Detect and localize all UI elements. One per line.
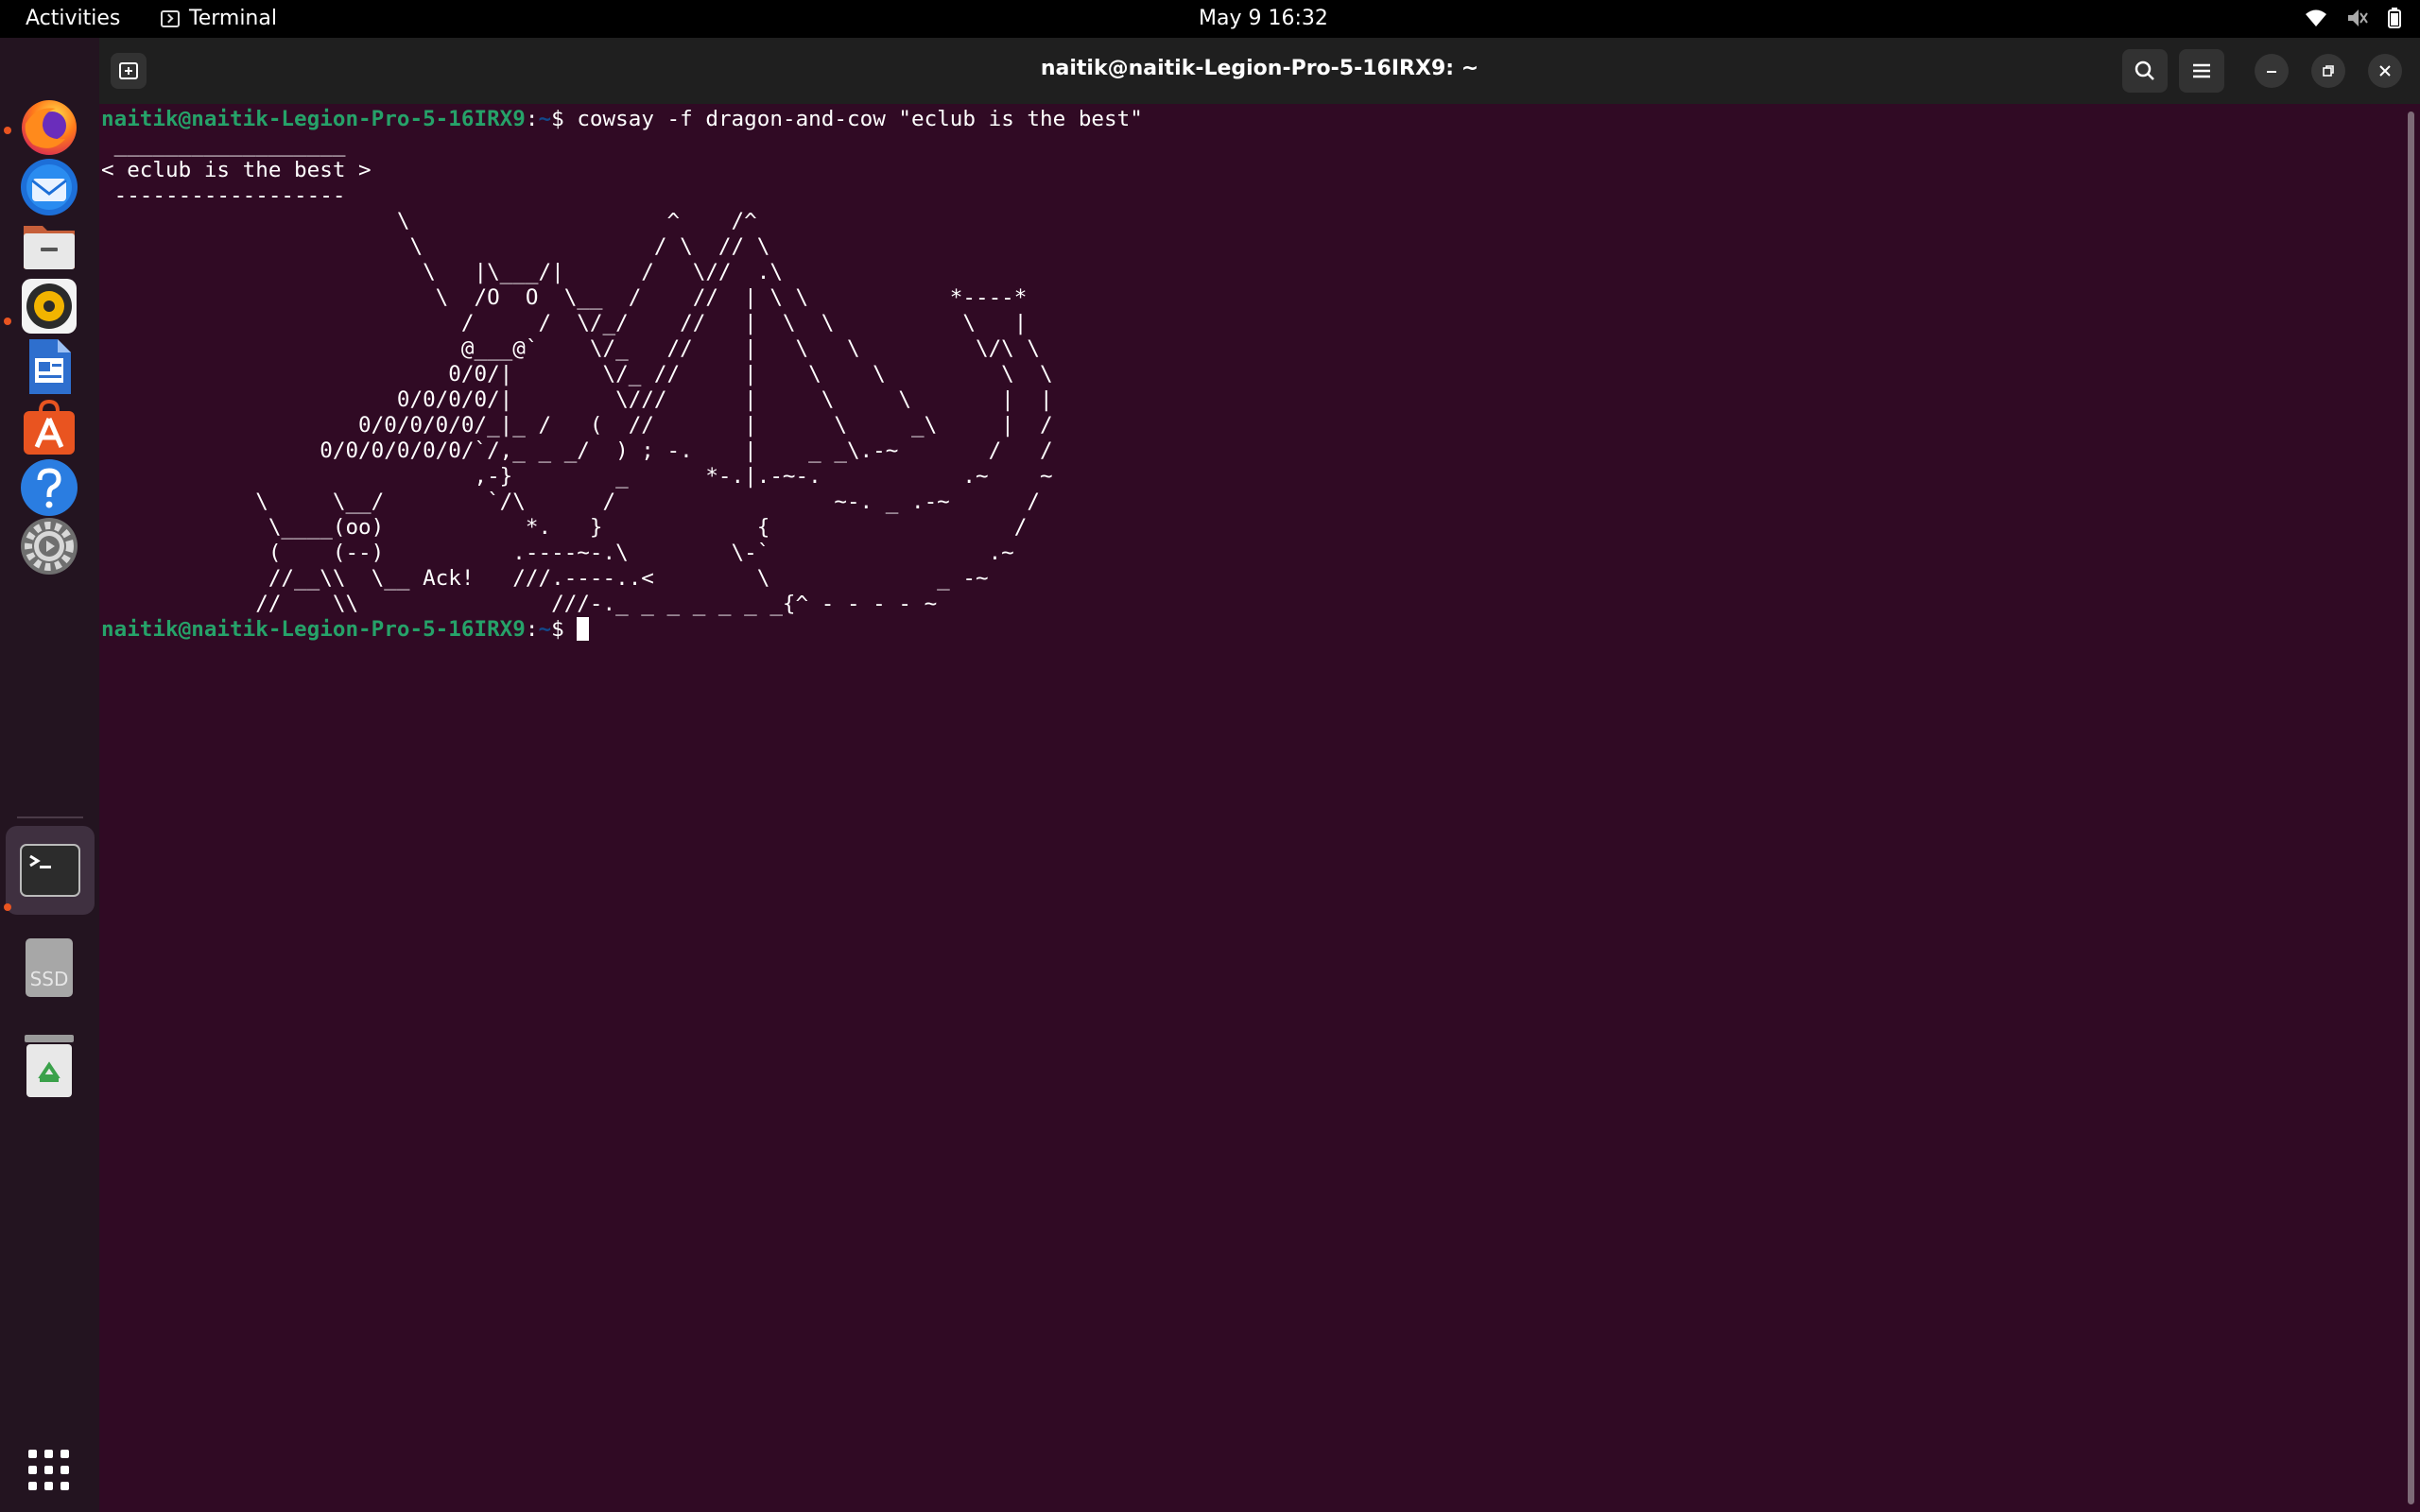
help-icon [21, 459, 78, 516]
drive-label: SSD [30, 968, 69, 990]
trash-icon [25, 1035, 74, 1097]
prompt-path: ~ [538, 107, 552, 131]
prompt-user: naitik@naitik-Legion-Pro-5-16IRX9 [101, 107, 526, 131]
terminal-icon [161, 9, 180, 27]
minimize-icon [2267, 71, 2276, 73]
app-center-icon [24, 399, 75, 455]
command-text: cowsay -f dragon-and-cow "eclub is the b… [577, 107, 1143, 131]
app-menu[interactable]: Terminal [161, 7, 277, 30]
prompt-line-2: naitik@naitik-Legion-Pro-5-16IRX9:~$ [101, 617, 590, 642]
running-indicator [4, 903, 11, 911]
menu-button[interactable] [2179, 49, 2224, 93]
terminal-view[interactable]: naitik@naitik-Legion-Pro-5-16IRX9:~$ cow… [99, 104, 2406, 1512]
activities-button[interactable]: Activities [26, 7, 120, 30]
dock-item-trash[interactable] [15, 1032, 83, 1100]
dock-item-app-center[interactable] [15, 393, 83, 461]
thunderbird-icon [21, 159, 78, 215]
prompt-separator: : [525, 617, 539, 642]
terminal-icon [20, 844, 80, 897]
restore-icon [2323, 65, 2334, 77]
show-apps-button[interactable] [15, 1436, 83, 1504]
minimize-button[interactable] [2255, 54, 2289, 88]
hamburger-menu-icon [2193, 63, 2210, 78]
rhythmbox-icon [22, 279, 77, 334]
settings-icon [21, 518, 78, 575]
firefox-icon [22, 100, 77, 155]
prompt-separator: : [525, 107, 539, 131]
dock-item-firefox[interactable] [15, 93, 83, 161]
window-titlebar[interactable]: naitik@naitik-Legion-Pro-5-16IRX9: ~ [99, 38, 2420, 104]
search-button[interactable] [2122, 49, 2168, 93]
show-apps-icon [28, 1450, 69, 1490]
system-status-menu[interactable] [2305, 8, 2401, 28]
terminal-content: naitik@naitik-Legion-Pro-5-16IRX9:~$ cow… [101, 107, 1143, 643]
app-name: Terminal [189, 7, 277, 30]
wifi-icon [2306, 9, 2326, 26]
drive-icon: SSD [26, 938, 73, 997]
maximize-button[interactable] [2311, 54, 2345, 88]
prompt-line-1: naitik@naitik-Legion-Pro-5-16IRX9:~$ cow… [101, 107, 1143, 131]
command-output: __________________ < eclub is the best >… [101, 132, 1053, 616]
dock-separator [17, 816, 83, 818]
dock-item-files[interactable] [15, 212, 83, 280]
terminal-scrollbar[interactable] [2408, 112, 2414, 1504]
dock-item-libreoffice-writer[interactable] [15, 333, 83, 401]
running-indicator [4, 127, 11, 134]
close-button[interactable] [2368, 54, 2402, 88]
prompt-dollar: $ [551, 107, 578, 131]
search-icon [2135, 60, 2154, 80]
dock-item-rhythmbox[interactable] [15, 272, 83, 340]
battery-icon [2388, 8, 2401, 28]
running-indicator [4, 318, 11, 325]
close-icon [2379, 65, 2391, 77]
clock[interactable]: May 9 16:32 [1199, 7, 1328, 30]
dock-item-ssd-drive[interactable]: SSD [15, 934, 83, 1002]
dock-item-settings[interactable] [15, 512, 83, 580]
writer-icon [29, 339, 71, 394]
prompt-user: naitik@naitik-Legion-Pro-5-16IRX9 [101, 617, 526, 642]
text-cursor [577, 617, 590, 641]
prompt-path: ~ [538, 617, 552, 642]
top-bar: Activities Terminal May 9 16:32 [0, 0, 2420, 38]
files-icon [24, 226, 75, 269]
prompt-dollar: $ [551, 617, 578, 642]
window-title: naitik@naitik-Legion-Pro-5-16IRX9: ~ [1040, 57, 1479, 80]
volume-muted-icon [2348, 9, 2368, 26]
dock: SSD [0, 38, 99, 1512]
dock-item-terminal[interactable] [6, 826, 95, 915]
